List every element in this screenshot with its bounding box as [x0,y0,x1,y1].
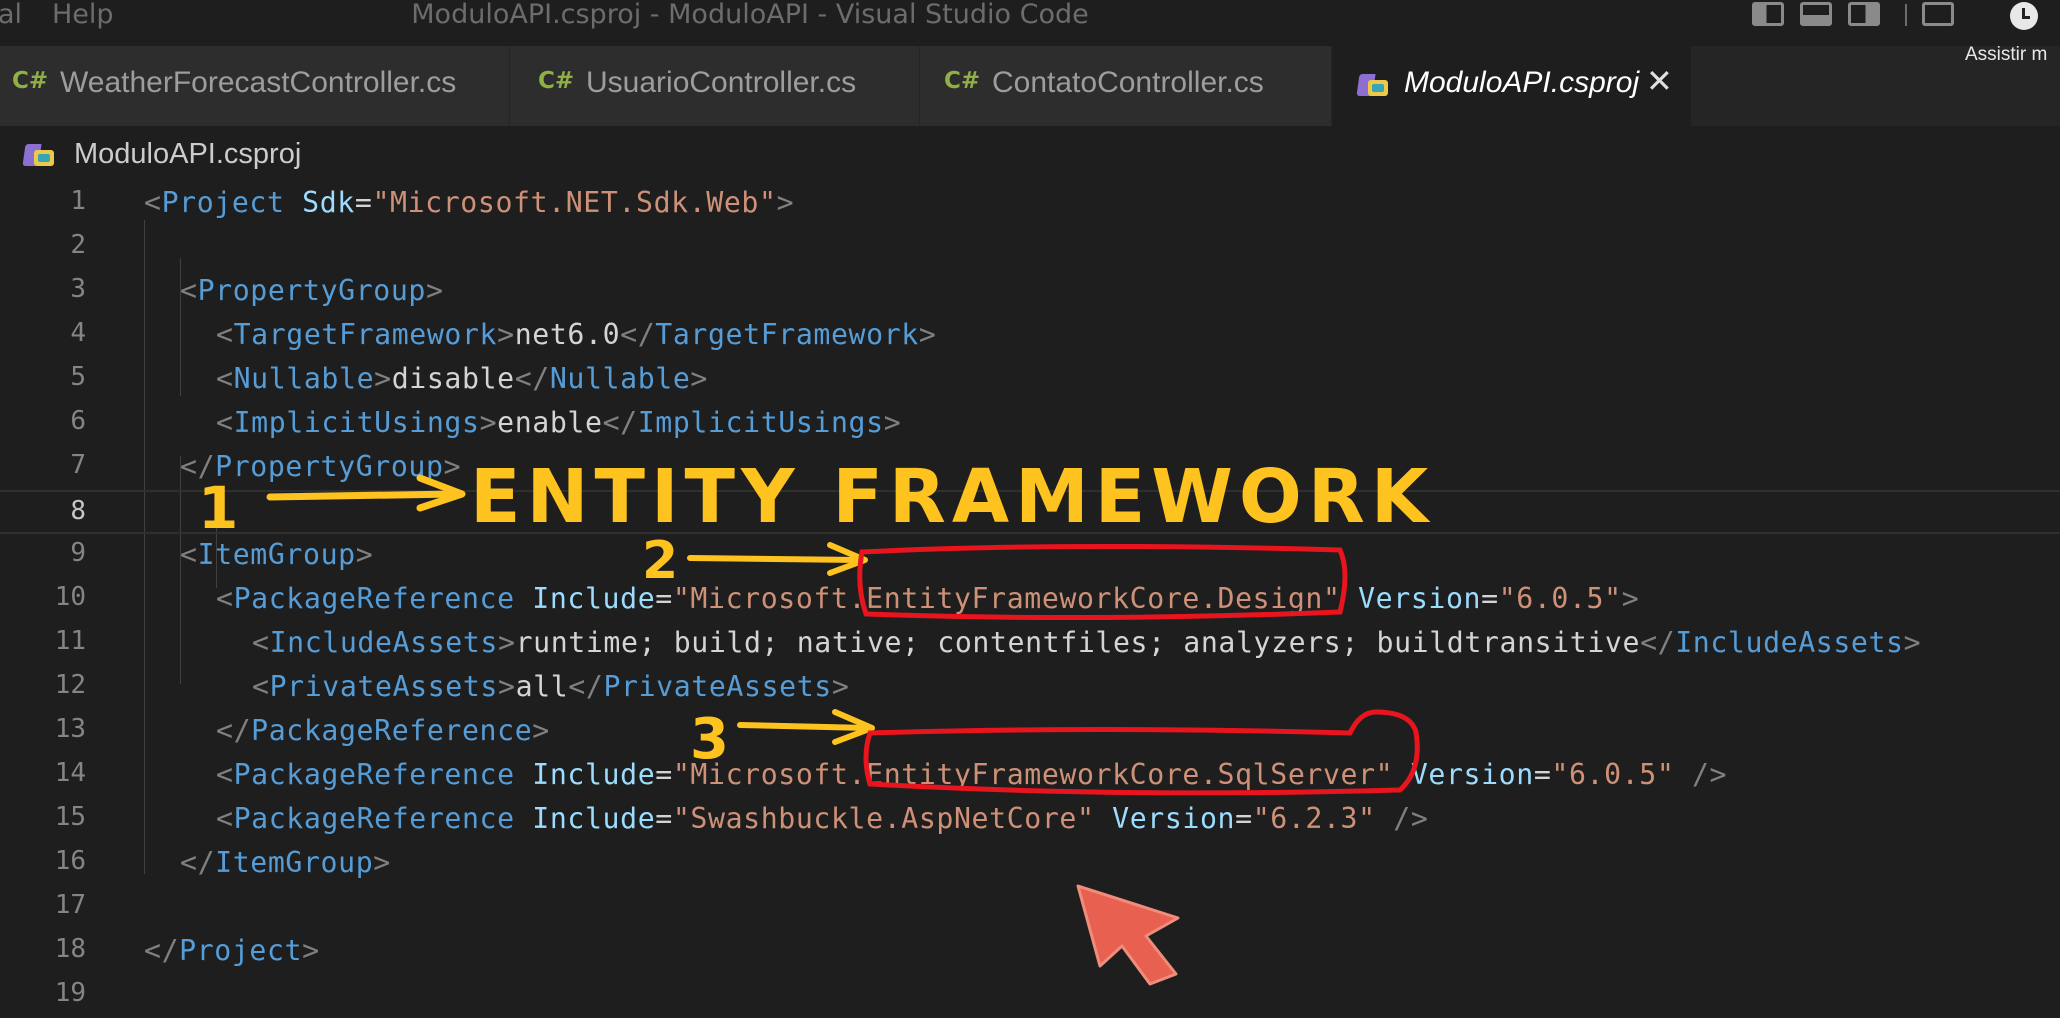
line-number: 11 [54,626,86,656]
code-line[interactable]: 3 <PropertyGroup> [0,270,2060,314]
line-content: <Nullable>disable</Nullable> [216,362,708,395]
code-line[interactable]: 10 <PackageReference Include="Microsoft.E… [0,578,2060,622]
watch-later-label[interactable]: Assistir m [1965,44,2047,66]
tab-usuariocontroller[interactable]: C# UsuarioController.cs [510,46,920,126]
line-number: 7 [70,450,86,480]
line-number: 4 [70,318,86,348]
line-number: 16 [54,846,86,876]
line-number: 3 [70,274,86,304]
code-line[interactable]: 12 <PrivateAssets>all</PrivateAssets> [0,666,2060,710]
tab-label: ContatoController.cs [992,66,1264,99]
line-content: <PropertyGroup> [180,274,444,307]
tab-label: WeatherForecastController.cs [60,66,457,99]
code-line[interactable]: 5 <Nullable>disable</Nullable> [0,358,2060,402]
toggle-secondary-sidebar-icon[interactable] [1848,2,1880,26]
line-content: </PropertyGroup> [180,450,462,483]
code-line[interactable]: 9 <ItemGroup> [0,534,2060,578]
tab-label: ModuloAPI.csproj [1404,66,1640,99]
line-content: </Project> [144,934,320,967]
line-number: 10 [54,582,86,612]
line-content: </ItemGroup> [180,846,391,879]
line-content: <TargetFramework>net6.0</TargetFramework… [216,318,937,351]
line-content: <PrivateAssets>all</PrivateAssets> [252,670,850,703]
line-content: <ImplicitUsings>enable</ImplicitUsings> [216,406,902,439]
msbuild-project-icon [22,140,56,168]
code-line[interactable]: 15 <PackageReference Include="Swashbuckle… [0,798,2060,842]
tab-contatocontroller[interactable]: C# ContatoController.cs [920,46,1332,126]
customize-layout-icon[interactable] [1922,2,1954,26]
code-line-current[interactable]: 8 [0,490,2060,534]
line-number: 9 [70,538,86,568]
csharp-file-icon: C# [538,68,575,94]
tab-label: UsuarioController.cs [586,66,857,99]
code-line[interactable]: 13 </PackageReference> [0,710,2060,754]
line-content: <IncludeAssets>runtime; build; native; c… [252,626,1922,659]
editor-tab-bar: C# WeatherForecastController.cs C# Usuar… [0,46,2060,126]
code-line[interactable]: 19 [0,974,2060,1018]
window-title: ModuloAPI.csproj - ModuloAPI - Visual St… [411,0,1089,30]
code-line[interactable]: 16 </ItemGroup> [0,842,2060,886]
line-content: <PackageReference Include="Swashbuckle.A… [216,802,1429,835]
toggle-panel-icon[interactable] [1800,2,1832,26]
tab-weatherforecastcontroller[interactable]: C# WeatherForecastController.cs [0,46,510,126]
title-bar: al Help ModuloAPI.csproj - ModuloAPI - V… [0,0,2060,46]
toggle-primary-sidebar-icon[interactable] [1752,2,1784,26]
code-editor[interactable]: 1 <Project Sdk="Microsoft.NET.Sdk.Web"> 2… [0,182,2060,1008]
breadcrumb-file[interactable]: ModuloAPI.csproj [74,138,301,171]
line-number: 17 [54,890,86,920]
code-line[interactable]: 14 <PackageReference Include="Microsoft.E… [0,754,2060,798]
line-number: 2 [70,230,86,260]
line-number: 14 [54,758,86,788]
close-icon[interactable]: ✕ [1646,62,1673,100]
code-line[interactable]: 11 <IncludeAssets>runtime; build; native;… [0,622,2060,666]
line-number: 19 [54,978,86,1008]
code-line[interactable]: 7 </PropertyGroup> [0,446,2060,490]
line-content: <Project Sdk="Microsoft.NET.Sdk.Web"> [144,186,795,219]
line-content: <ItemGroup> [180,538,374,571]
code-line[interactable]: 17 [0,886,2060,930]
csharp-file-icon: C# [944,68,981,94]
line-number: 6 [70,406,86,436]
line-content: <PackageReference Include="Microsoft.Ent… [216,582,1640,615]
code-line[interactable]: 1 <Project Sdk="Microsoft.NET.Sdk.Web"> [0,182,2060,226]
line-number: 13 [54,714,86,744]
code-line[interactable]: 2 [0,226,2060,270]
line-number: 12 [54,670,86,700]
code-line[interactable]: 4 <TargetFramework>net6.0</TargetFramewor… [0,314,2060,358]
titlebar-separator [1905,4,1907,26]
line-number: 5 [70,362,86,392]
line-content: <PackageReference Include="Microsoft.Ent… [216,758,1728,791]
tab-moduloapi-csproj[interactable]: ModuloAPI.csproj ✕ [1332,46,1692,126]
line-number: 8 [70,496,86,526]
clock-icon[interactable] [2010,2,2038,30]
breadcrumb: ModuloAPI.csproj [0,126,2060,182]
line-number: 18 [54,934,86,964]
msbuild-project-icon [1356,70,1390,98]
code-line[interactable]: 18 </Project> [0,930,2060,974]
line-number: 15 [54,802,86,832]
csharp-file-icon: C# [12,68,49,94]
code-line[interactable]: 6 <ImplicitUsings>enable</ImplicitUsings> [0,402,2060,446]
line-content: </PackageReference> [216,714,550,747]
line-number: 1 [70,186,86,216]
